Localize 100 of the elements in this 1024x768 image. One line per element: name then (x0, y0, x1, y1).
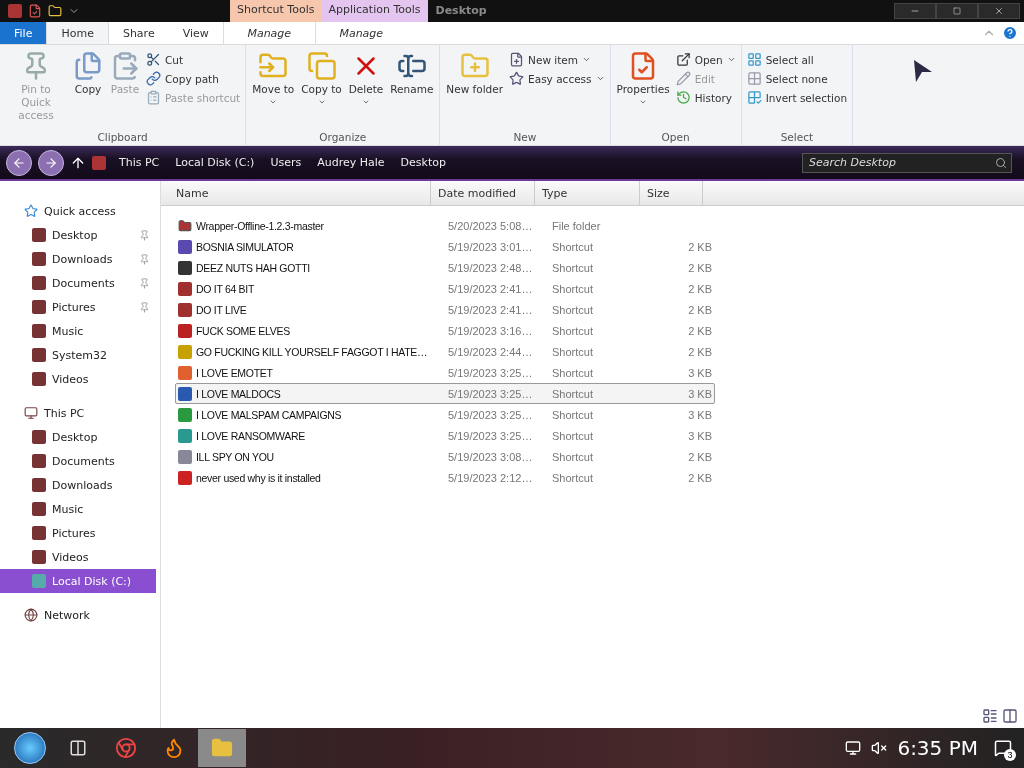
column-header[interactable]: Type (535, 181, 640, 205)
ribbon-button[interactable]: Copy path (144, 70, 243, 87)
ribbon-button[interactable]: Copy (70, 49, 106, 131)
file-name[interactable]: BOSNIA SIMULATOR (196, 240, 294, 253)
back-button[interactable] (6, 149, 32, 176)
file-name[interactable]: DO IT LIVE (196, 303, 247, 316)
table-cell: 2 KB (688, 450, 712, 463)
table-cell: Shortcut (552, 282, 593, 295)
sidebar-item[interactable]: This PC (0, 401, 156, 425)
ribbon-button[interactable]: Delete (345, 49, 387, 131)
details-view-icon[interactable] (982, 708, 998, 724)
table-cell: 5/19/2023 2:12… (448, 471, 533, 484)
file-name[interactable]: Wrapper-Offline-1.2.3-master (196, 219, 324, 232)
ribbon-button[interactable]: New item (507, 51, 607, 68)
help-icon[interactable] (1002, 25, 1018, 41)
table-cell: 2 KB (688, 471, 712, 484)
file-name[interactable]: I LOVE MALSPAM CAMPAIGNS (196, 408, 342, 421)
ribbon-button[interactable]: Move to (249, 49, 298, 131)
table-cell: 5/19/2023 3:16… (448, 324, 533, 337)
table-cell: 5/19/2023 3:25… (448, 408, 533, 421)
sidebar-item[interactable]: Network (0, 603, 156, 627)
table-cell: 3 KB (688, 366, 712, 379)
large-icons-view-icon[interactable] (1002, 708, 1018, 724)
file-name[interactable]: I LOVE MALDOCS (196, 387, 281, 400)
ribbon-button[interactable]: Cut (144, 51, 243, 68)
muted-speaker-icon[interactable] (871, 740, 888, 756)
file-name[interactable]: GO FUCKING KILL YOURSELF FAGGOT I HATE… (196, 345, 428, 358)
sidebar-item[interactable]: Local Disk (C:) (0, 569, 156, 593)
table-cell: Shortcut (552, 366, 593, 379)
search-field[interactable]: Search Desktop (802, 152, 1012, 173)
breadcrumb[interactable]: Audrey Hale (310, 154, 392, 171)
breadcrumb[interactable]: Desktop (393, 154, 453, 171)
ribbon-button[interactable]: Select none (744, 70, 850, 87)
sidebar-item[interactable]: Music (0, 319, 156, 343)
column-header[interactable]: Size (640, 181, 703, 205)
sidebar-item[interactable]: Documents (0, 449, 156, 473)
file-name[interactable]: I LOVE EMOTET (196, 366, 273, 379)
sidebar-item[interactable]: Downloads (0, 473, 156, 497)
sidebar-item[interactable]: Documents (0, 271, 156, 295)
sidebar-item[interactable]: Pictures (0, 295, 156, 319)
table-cell: 2 KB (688, 345, 712, 358)
close-icon (994, 6, 1004, 16)
breadcrumb[interactable]: This PC (112, 154, 167, 171)
sidebar-item[interactable]: Desktop (0, 223, 156, 247)
breadcrumb[interactable]: Local Disk (C:) (168, 154, 262, 171)
table-cell: 3 KB (688, 429, 712, 442)
file-name[interactable]: DO IT 64 BIT (196, 282, 255, 295)
file-name[interactable]: DEEZ NUTS HAH GOTTI (196, 261, 310, 274)
table-cell: 5/19/2023 2:44… (448, 345, 533, 358)
star-icon (509, 71, 525, 86)
ribbon-button[interactable]: Rename (387, 49, 437, 131)
sidebar-item[interactable]: Videos (0, 545, 156, 569)
ribbon-tab[interactable]: Home (46, 22, 109, 44)
app-icon (178, 407, 192, 422)
ribbon-button[interactable]: History (673, 89, 738, 106)
notifications-button[interactable]: 3 (988, 733, 1018, 763)
column-header[interactable]: Date modified (431, 181, 535, 205)
sidebar-item[interactable]: Downloads (0, 247, 156, 271)
table-cell: File folder (552, 219, 601, 232)
file-name[interactable]: ILL SPY ON YOU (196, 450, 274, 463)
properties-icon[interactable] (28, 4, 42, 18)
pin-icon (139, 277, 150, 289)
ribbon-button[interactable]: Properties (613, 49, 673, 131)
sidebar-item[interactable]: Desktop (0, 425, 156, 449)
app-icon (8, 4, 22, 18)
caret-icon (317, 98, 326, 106)
ribbon-button[interactable]: New folder (443, 49, 507, 131)
clock[interactable]: 6:35 PM (897, 736, 978, 760)
table-cell: 2 KB (688, 282, 712, 295)
app-icon (92, 155, 106, 170)
ribbon-button[interactable]: Invert selection (744, 89, 850, 106)
file-name[interactable]: I LOVE RANSOMWARE (196, 429, 305, 442)
clock-icon (675, 90, 691, 105)
pin-icon (139, 301, 150, 313)
ribbon-button[interactable]: Copy to (298, 49, 345, 131)
table-cell: 2 KB (688, 240, 712, 253)
network-icon[interactable] (845, 740, 862, 756)
file-name[interactable]: FUCK SOME ELVES (196, 324, 290, 337)
forward-button[interactable] (38, 149, 64, 176)
sidebar-item[interactable]: Pictures (0, 521, 156, 545)
table-cell: Shortcut (552, 387, 593, 400)
sidebar-item[interactable]: Music (0, 497, 156, 521)
breadcrumb[interactable]: Users (263, 154, 309, 171)
table-cell: 5/19/2023 2:48… (448, 261, 533, 274)
table-cell: 5/19/2023 3:08… (448, 450, 533, 463)
sidebar-item[interactable]: Videos (0, 367, 156, 391)
column-header[interactable]: Name (169, 181, 431, 205)
ribbon-button[interactable]: Easy access (507, 70, 607, 87)
table-cell: Shortcut (552, 429, 593, 442)
clipboard-icon (146, 90, 161, 105)
ribbon-button[interactable]: Open (673, 51, 738, 68)
sidebar-item[interactable]: Quick access (0, 199, 156, 223)
app-icon (178, 239, 192, 254)
search-icon[interactable] (995, 156, 1007, 169)
star-icon (24, 204, 38, 218)
ribbon-tab[interactable]: File (0, 22, 47, 44)
ribbon-button[interactable]: Select all (744, 51, 850, 68)
app-icon (178, 386, 192, 401)
sidebar-item[interactable]: System32 (0, 343, 156, 367)
file-name[interactable]: never used why is it installed (196, 471, 321, 484)
